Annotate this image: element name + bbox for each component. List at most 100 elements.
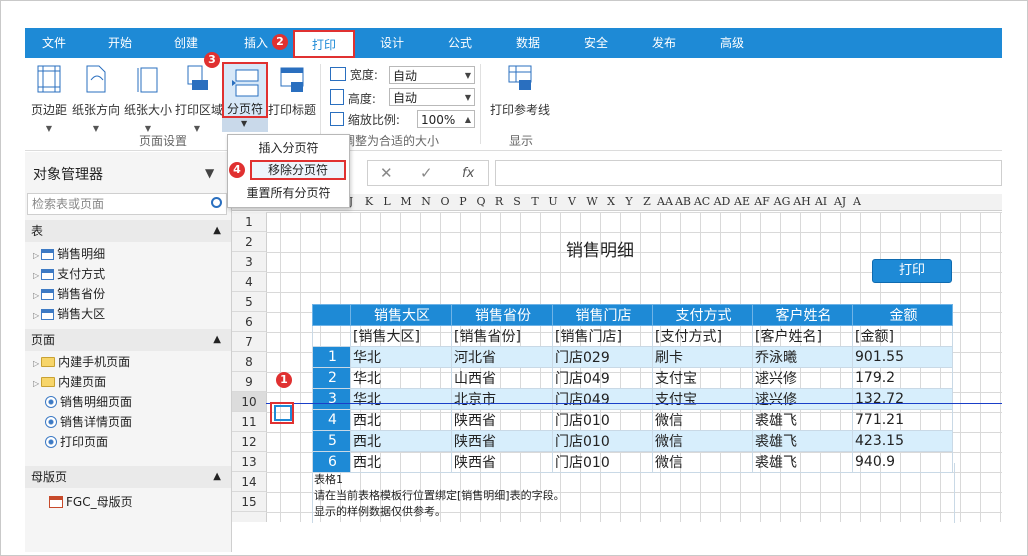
- column-header[interactable]: L: [378, 194, 396, 210]
- menu-reset-page-breaks[interactable]: 重置所有分页符: [228, 183, 349, 203]
- menu-remove-page-break[interactable]: 移除分页符: [250, 160, 346, 180]
- table-cell[interactable]: 179.2: [852, 367, 953, 389]
- section-tables[interactable]: 表 ▲: [25, 220, 231, 242]
- table-cell[interactable]: 裘雄飞: [752, 409, 853, 431]
- table-cell[interactable]: 微信: [652, 430, 753, 452]
- section-pages[interactable]: 页面 ▲: [25, 329, 231, 351]
- table-cell[interactable]: 华北: [350, 346, 452, 368]
- page-break-dropdown-trigger[interactable]: ▼: [222, 118, 268, 132]
- row-header[interactable]: 2: [232, 232, 266, 252]
- table-cell[interactable]: 山西省: [451, 367, 553, 389]
- table-cell[interactable]: 陕西省: [451, 430, 553, 452]
- search-input[interactable]: 检索表或页面: [27, 193, 227, 215]
- table-cell[interactable]: 乔泳曦: [752, 346, 853, 368]
- column-header[interactable]: A: [850, 194, 864, 210]
- print-button[interactable]: 打印: [872, 259, 952, 283]
- column-header[interactable]: Z: [638, 194, 656, 210]
- row-number[interactable]: 2: [312, 367, 351, 389]
- table-cell[interactable]: 微信: [652, 409, 753, 431]
- column-header[interactable]: N: [416, 194, 436, 210]
- table-header-cell[interactable]: 金额: [852, 304, 953, 326]
- tab-publish[interactable]: 发布: [649, 28, 679, 58]
- table-item[interactable]: ▷ 销售明细: [33, 244, 105, 264]
- tab-home[interactable]: 开始: [105, 28, 135, 58]
- table-header-cell[interactable]: 销售省份: [451, 304, 553, 326]
- cancel-icon[interactable]: ✕: [380, 164, 393, 182]
- row-number[interactable]: 1: [312, 346, 351, 368]
- column-header[interactable]: AI: [812, 194, 830, 210]
- orientation-button[interactable]: 纸张方向 ▼: [71, 64, 121, 133]
- table-cell[interactable]: 河北省: [451, 346, 553, 368]
- table-cell[interactable]: 华北: [350, 388, 452, 410]
- table-cell[interactable]: [金额]: [852, 325, 953, 347]
- table-cell[interactable]: 逑兴修: [752, 367, 853, 389]
- table-cell[interactable]: [客户姓名]: [752, 325, 853, 347]
- column-header[interactable]: AD: [712, 194, 732, 210]
- table-cell[interactable]: [销售省份]: [451, 325, 553, 347]
- row-header[interactable]: 13: [232, 452, 266, 472]
- print-guides-button[interactable]: 打印参考线: [487, 64, 553, 118]
- page-item[interactable]: 打印页面: [43, 432, 108, 452]
- column-header[interactable]: Y: [620, 194, 638, 210]
- folder-item[interactable]: ▷ 内建页面: [33, 372, 106, 392]
- table-cell[interactable]: 门店010: [552, 430, 653, 452]
- pin-icon[interactable]: ▼: [205, 166, 214, 180]
- table-cell[interactable]: [销售大区]: [350, 325, 452, 347]
- page-item[interactable]: 销售明细页面: [43, 392, 132, 412]
- column-header[interactable]: AJ: [830, 194, 850, 210]
- table-cell[interactable]: 裘雄飞: [752, 430, 853, 452]
- column-header[interactable]: AB: [674, 194, 692, 210]
- table-cell[interactable]: 支付宝: [652, 388, 753, 410]
- tab-design[interactable]: 设计: [377, 28, 407, 58]
- fx-icon[interactable]: fx: [462, 166, 474, 181]
- row-header[interactable]: 14: [232, 472, 266, 492]
- row-header[interactable]: 12: [232, 432, 266, 452]
- tab-file[interactable]: 文件: [39, 28, 69, 58]
- table-cell[interactable]: 西北: [350, 409, 452, 431]
- column-header[interactable]: S: [508, 194, 526, 210]
- row-header[interactable]: 5: [232, 292, 266, 312]
- tab-advanced[interactable]: 高级: [717, 28, 747, 58]
- row-header-current[interactable]: 10: [232, 392, 266, 412]
- height-select[interactable]: 自动 ▼: [389, 88, 475, 106]
- table-cell[interactable]: 陕西省: [451, 409, 553, 431]
- master-item[interactable]: FGC_母版页: [47, 492, 133, 512]
- table-cell[interactable]: 支付宝: [652, 367, 753, 389]
- table-header-cell[interactable]: 支付方式: [652, 304, 753, 326]
- table-cell[interactable]: 北京市: [451, 388, 553, 410]
- row-header[interactable]: 1: [232, 212, 266, 232]
- paper-size-button[interactable]: 纸张大小 ▼: [123, 64, 173, 133]
- column-header[interactable]: R: [490, 194, 508, 210]
- table-cell[interactable]: 901.55: [852, 346, 953, 368]
- scale-input[interactable]: 100% ▲: [417, 110, 475, 128]
- table-cell[interactable]: [支付方式]: [652, 325, 753, 347]
- spinner-icon[interactable]: ▲: [465, 111, 471, 129]
- section-masters[interactable]: 母版页 ▲: [25, 466, 231, 488]
- row-header[interactable]: 4: [232, 272, 266, 292]
- page-item[interactable]: 销售详情页面: [43, 412, 132, 432]
- formula-input[interactable]: [495, 160, 1002, 186]
- table-cell[interactable]: [312, 325, 351, 347]
- row-header[interactable]: 9: [232, 372, 266, 392]
- margins-button[interactable]: 页边距 ▼: [29, 64, 69, 133]
- print-area-button[interactable]: 打印区域 ▼: [175, 64, 223, 133]
- table-cell[interactable]: 门店010: [552, 409, 653, 431]
- row-header[interactable]: 6: [232, 312, 266, 332]
- column-header[interactable]: P: [454, 194, 472, 210]
- table-header-cell[interactable]: 销售大区: [350, 304, 452, 326]
- column-header[interactable]: AF: [752, 194, 772, 210]
- row-number[interactable]: 3: [312, 388, 351, 410]
- menu-insert-page-break[interactable]: 插入分页符: [228, 138, 349, 158]
- table-cell[interactable]: 刷卡: [652, 346, 753, 368]
- row-number[interactable]: 4: [312, 409, 351, 431]
- page-break-button[interactable]: 分页符: [222, 62, 268, 118]
- folder-item[interactable]: ▷ 内建手机页面: [33, 352, 130, 372]
- table-header-cell[interactable]: 客户姓名: [752, 304, 853, 326]
- width-select[interactable]: 自动 ▼: [389, 66, 475, 84]
- table-header-cell[interactable]: 销售门店: [552, 304, 653, 326]
- column-header[interactable]: AH: [792, 194, 812, 210]
- table-cell[interactable]: 423.15: [852, 430, 953, 452]
- column-header[interactable]: AC: [692, 194, 712, 210]
- table-cell[interactable]: 771.21: [852, 409, 953, 431]
- table-cell[interactable]: 门店049: [552, 367, 653, 389]
